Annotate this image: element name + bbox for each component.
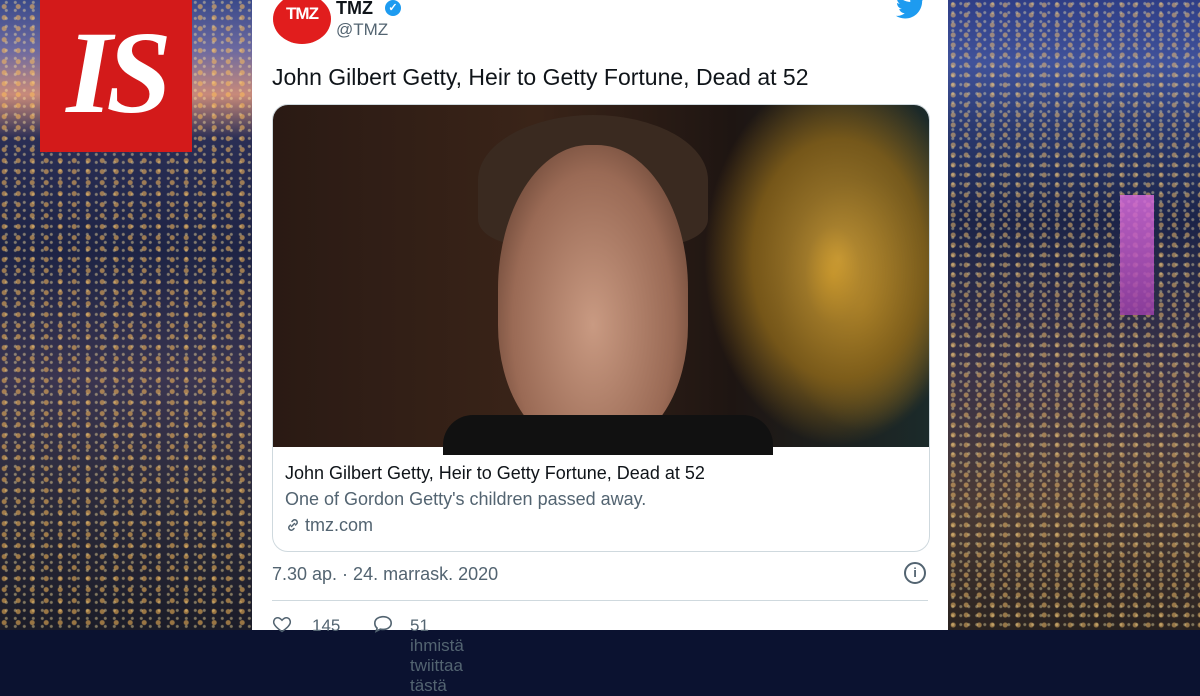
logo-text: IS xyxy=(66,7,172,138)
info-icon[interactable]: i xyxy=(904,562,926,584)
verified-icon: ✓ xyxy=(385,0,401,16)
retweets-text[interactable]: 51 ihmistä twiittaa tästä xyxy=(410,616,464,696)
city-background-right xyxy=(948,0,1200,630)
preview-image xyxy=(273,105,929,455)
face-shape xyxy=(498,145,688,445)
divider xyxy=(272,600,928,601)
link-domain-row: tmz.com xyxy=(285,515,373,536)
like-count: 145 xyxy=(312,616,341,635)
author-handle[interactable]: @TMZ xyxy=(336,20,388,40)
link-icon xyxy=(288,519,298,531)
is-logo: IS xyxy=(40,0,192,152)
tweet-card: TMZ TMZ ✓ @TMZ John Gilbert Getty, Heir … xyxy=(252,0,948,695)
avatar-text: TMZ xyxy=(286,4,319,23)
tweet-timestamp[interactable]: 7.30 ap. · 24. marrask. 2020 xyxy=(272,564,498,585)
heart-icon[interactable] xyxy=(272,614,292,634)
avatar[interactable]: TMZ xyxy=(273,0,331,44)
link-preview-card[interactable]: John Gilbert Getty, Heir to Getty Fortun… xyxy=(272,104,930,552)
link-title: John Gilbert Getty, Heir to Getty Fortun… xyxy=(285,463,705,483)
comment-icon[interactable] xyxy=(372,614,394,634)
twitter-bird-icon[interactable] xyxy=(896,0,926,20)
author-name[interactable]: TMZ xyxy=(336,0,373,19)
gilded-ornament xyxy=(703,105,929,447)
tweet-text: John Gilbert Getty, Heir to Getty Fortun… xyxy=(272,64,809,90)
link-domain: tmz.com xyxy=(305,515,374,535)
link-description: One of Gordon Getty's children passed aw… xyxy=(285,489,647,509)
lit-tower xyxy=(1120,195,1154,315)
shirt-shape xyxy=(443,415,773,455)
